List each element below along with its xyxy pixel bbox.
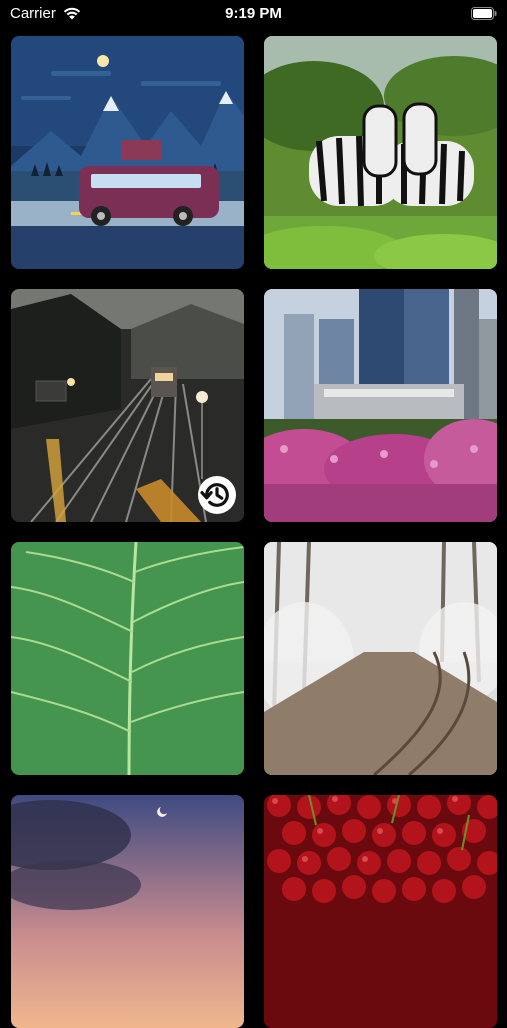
city-image — [264, 289, 497, 522]
photo-tile-sky[interactable] — [11, 795, 244, 1028]
clock: 9:19 PM — [225, 5, 282, 22]
cherries-image — [264, 795, 497, 1028]
history-icon — [200, 483, 229, 507]
photo-tile-city[interactable] — [264, 289, 497, 522]
photo-tile-zebras[interactable] — [264, 36, 497, 269]
zebras-image — [264, 36, 497, 269]
photo-tile-van[interactable] — [11, 36, 244, 269]
photo-tile-leaf[interactable] — [11, 542, 244, 775]
photo-tile-railway[interactable] — [11, 289, 244, 522]
van-illustration-image — [11, 36, 244, 269]
status-bar: Carrier 9:19 PM — [0, 0, 507, 28]
photo-tile-cherries[interactable] — [264, 795, 497, 1028]
sky-image — [11, 795, 244, 1028]
photo-tile-forest[interactable] — [264, 542, 497, 775]
forest-image — [264, 542, 497, 775]
battery-icon — [471, 7, 497, 20]
history-badge[interactable] — [198, 476, 236, 514]
leaf-image — [11, 542, 244, 775]
